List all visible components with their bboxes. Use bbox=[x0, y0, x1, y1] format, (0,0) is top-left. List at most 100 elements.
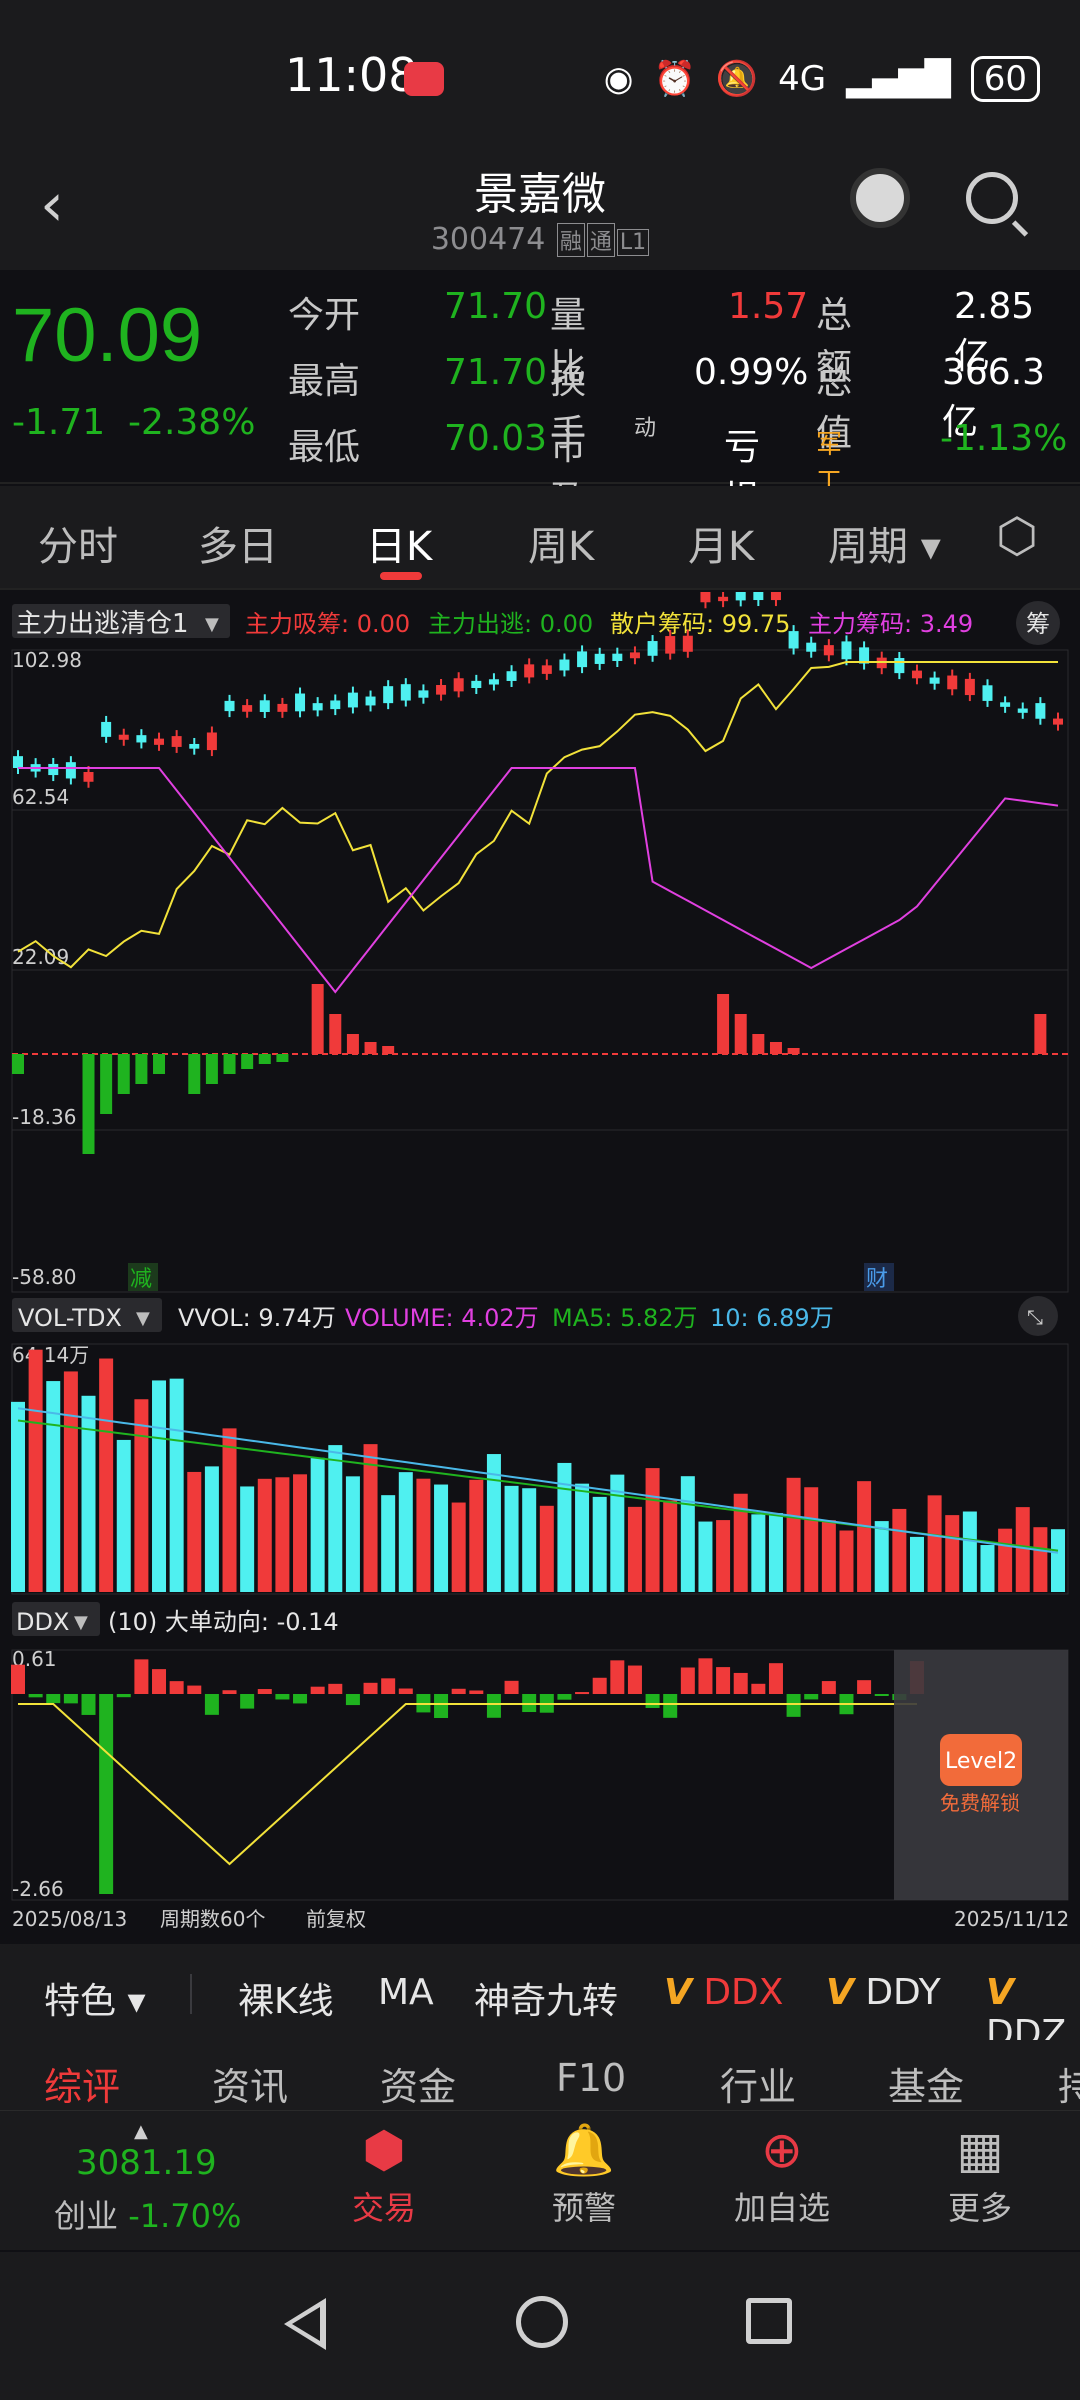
candle bbox=[541, 665, 552, 674]
active-tab-indicator bbox=[380, 572, 422, 580]
ddx-bar bbox=[169, 1681, 184, 1694]
candle bbox=[436, 685, 447, 695]
ddx-bar bbox=[257, 1689, 272, 1694]
toolbar-ddx[interactable]: V DDX bbox=[664, 1972, 783, 2013]
trade-button[interactable]: ⬢ 交易 bbox=[324, 2121, 444, 2229]
toolbar-ma[interactable]: MA bbox=[378, 1972, 434, 2013]
volume-bar bbox=[434, 1484, 449, 1592]
inflow-bar bbox=[769, 1042, 782, 1054]
ddx-bar bbox=[874, 1694, 889, 1696]
assistant-icon[interactable] bbox=[850, 168, 910, 228]
clock: 11:08 bbox=[285, 48, 418, 102]
tab-news[interactable]: 资讯 bbox=[212, 2056, 288, 2110]
tab-funds[interactable]: 资金 bbox=[380, 2056, 456, 2110]
ddx-bar bbox=[486, 1694, 501, 1718]
ddx-bar bbox=[11, 1664, 25, 1694]
volume-bar bbox=[698, 1521, 713, 1592]
ddx-bar bbox=[293, 1694, 308, 1704]
ddx-desc: (10) 大单动向: -0.14 bbox=[108, 1608, 339, 1636]
nav-recents-button[interactable] bbox=[746, 2298, 792, 2344]
tab-overview[interactable]: 综评 bbox=[44, 2056, 120, 2110]
tab-fund[interactable]: 基金 bbox=[888, 2056, 964, 2110]
eye-icon: ◉ bbox=[603, 59, 634, 99]
volume-bar bbox=[416, 1478, 431, 1592]
status-bar: 11:08 ◉ ⏰ 🔕 4G ▂▄▆█ 60 bbox=[0, 0, 1080, 150]
tab-daily-k[interactable]: 日K bbox=[366, 514, 432, 572]
quote-row-open: 今开 71.70 量比 1.57 总额 2.85亿 bbox=[288, 286, 1035, 388]
volume-bar bbox=[821, 1520, 836, 1592]
outflow-bar bbox=[258, 1054, 271, 1064]
grid-icon: ▦ bbox=[956, 2121, 1004, 2179]
index-value[interactable]: 3081.19 bbox=[76, 2143, 217, 2183]
toolbar-naked-k[interactable]: 裸K线 bbox=[238, 1972, 334, 2024]
search-icon[interactable] bbox=[966, 172, 1018, 224]
nav-home-button[interactable] bbox=[516, 2296, 568, 2348]
candle bbox=[647, 641, 658, 656]
outflow-bar bbox=[276, 1054, 289, 1062]
candle bbox=[770, 585, 781, 601]
volume-bar bbox=[310, 1457, 325, 1592]
volume-bar bbox=[257, 1478, 272, 1592]
tab-monthly-k[interactable]: 月K bbox=[688, 514, 754, 572]
volume-bar bbox=[927, 1495, 942, 1592]
tab-weekly-k[interactable]: 周K bbox=[528, 514, 594, 572]
quote-row-high: 最高 71.70 换手 0.99% 总值 366.3亿 bbox=[288, 352, 1046, 454]
outflow-bar bbox=[188, 1054, 201, 1094]
ddx-bar bbox=[381, 1678, 396, 1694]
outflow-bar bbox=[205, 1054, 218, 1084]
feature-dropdown[interactable]: 特色 ▾ bbox=[44, 1972, 146, 2024]
inflow-bar bbox=[752, 1034, 765, 1054]
axis-end-date: 2025/11/12 bbox=[954, 1907, 1069, 1931]
candle bbox=[312, 703, 323, 711]
tab-period[interactable]: 周期 ▾ bbox=[828, 514, 941, 572]
volume-bar bbox=[575, 1483, 590, 1592]
add-watchlist-button[interactable]: ⊕ 加自选 bbox=[722, 2121, 842, 2229]
axis-period-count: 周期数60个 bbox=[160, 1907, 265, 1931]
volume-bar bbox=[592, 1496, 607, 1592]
outflow-bar bbox=[241, 1054, 254, 1069]
settings-icon[interactable]: ⬡ bbox=[996, 508, 1038, 564]
outflow-bar bbox=[153, 1054, 166, 1074]
volume-bar bbox=[345, 1476, 360, 1592]
candle bbox=[894, 658, 905, 674]
add-icon: ⊕ bbox=[761, 2121, 803, 2179]
volume-bar bbox=[962, 1511, 977, 1592]
stock-header: ‹ 景嘉微 300474 融通 L1 bbox=[0, 150, 1080, 270]
ylabel-2: 62.54 bbox=[12, 785, 69, 809]
ddx-bar bbox=[187, 1685, 202, 1694]
system-nav-bar bbox=[0, 2252, 1080, 2400]
ddx-bar bbox=[434, 1694, 449, 1718]
more-button[interactable]: ▦ 更多 bbox=[920, 2121, 1040, 2229]
tab-industry[interactable]: 行业 bbox=[720, 2056, 796, 2110]
alert-button[interactable]: 🔔 预警 bbox=[524, 2121, 644, 2229]
volume-bar bbox=[909, 1536, 924, 1592]
candle bbox=[136, 735, 147, 743]
kline-chart[interactable]: 主力出逃清仓1 ▼ 主力吸筹: 0.00 主力出逃: 0.00 散户筹码: 99… bbox=[0, 579, 1080, 1942]
nav-back-button[interactable] bbox=[284, 2298, 326, 2350]
vol-plot bbox=[11, 1349, 1065, 1592]
ddx-bar bbox=[557, 1694, 572, 1700]
trade-icon: ⬢ bbox=[362, 2121, 406, 2179]
ddx-bar bbox=[204, 1694, 219, 1715]
toolbar-nine-turn[interactable]: 神奇九转 bbox=[474, 1972, 618, 2024]
tab-holdings[interactable]: 持 bbox=[1058, 2056, 1080, 2110]
candle bbox=[330, 700, 341, 710]
volume-bar bbox=[804, 1487, 819, 1592]
status-icons: ◉ ⏰ 🔕 4G ▂▄▆█ 60 bbox=[604, 56, 1040, 102]
ddx-bar bbox=[116, 1694, 131, 1698]
tab-f10[interactable]: F10 bbox=[556, 2056, 626, 2100]
candle bbox=[471, 680, 482, 689]
tab-intraday[interactable]: 分时 bbox=[38, 514, 118, 572]
volume-bar bbox=[81, 1395, 96, 1592]
outflow-bar bbox=[82, 1054, 95, 1154]
candle bbox=[154, 738, 165, 745]
volume-bar bbox=[680, 1476, 695, 1592]
dropdown-icon: ▼ bbox=[136, 1308, 150, 1329]
volume-bar bbox=[328, 1445, 343, 1592]
candle bbox=[841, 641, 852, 660]
ddx-bar bbox=[240, 1694, 255, 1709]
tab-multiday[interactable]: 多日 bbox=[198, 514, 278, 572]
toolbar-ddy[interactable]: V DDY bbox=[826, 1972, 941, 2013]
ddx-bar bbox=[592, 1677, 607, 1694]
volume-bar bbox=[28, 1349, 43, 1592]
